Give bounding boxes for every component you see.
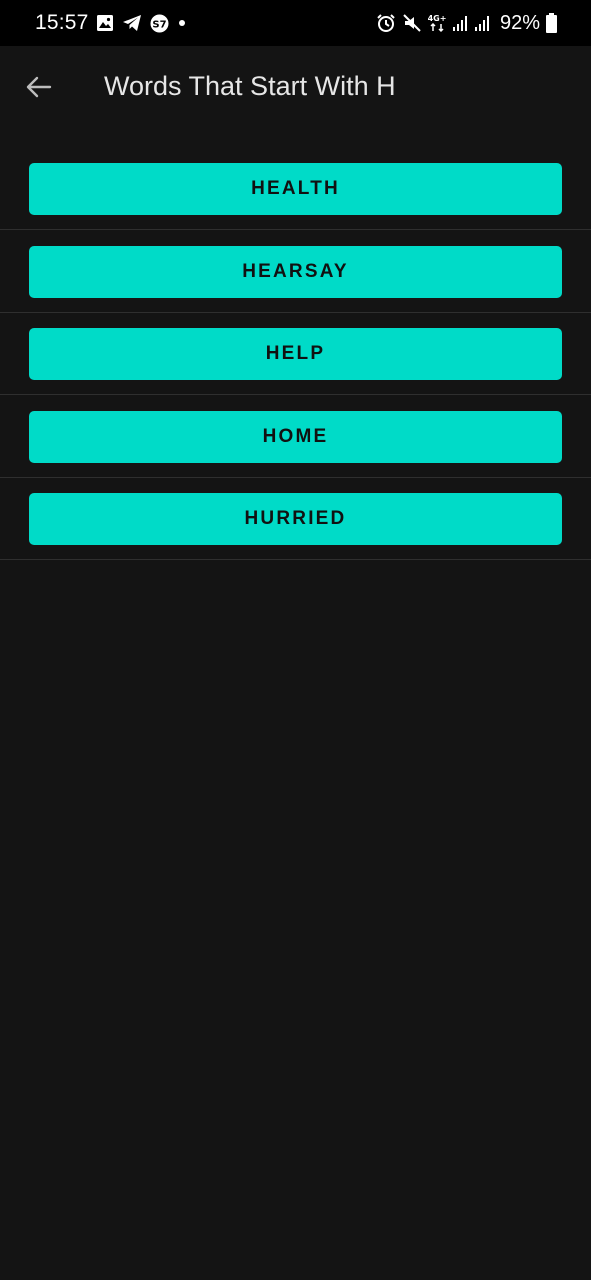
word-button-health[interactable]: HEALTH	[29, 163, 562, 215]
telegram-icon	[122, 14, 142, 32]
list-item: HURRIED	[0, 478, 591, 560]
svg-text:S7: S7	[152, 19, 166, 30]
arrow-back-icon	[26, 76, 52, 98]
battery-percent: 92%	[499, 11, 540, 34]
battery-icon	[546, 13, 557, 33]
page-title: Words That Start With H	[104, 71, 396, 101]
word-button-hearsay[interactable]: HEARSAY	[29, 245, 562, 298]
list-item: HELP	[0, 313, 591, 395]
network-4g-icon: 4G+	[428, 13, 446, 33]
alarm-icon	[376, 13, 396, 33]
svg-text:4G+: 4G+	[428, 14, 446, 23]
image-icon	[96, 14, 114, 32]
app-screen: 15:57 S7 4G+ 92% Words That Start With H…	[0, 0, 591, 1280]
list-item: HOME	[0, 396, 591, 478]
signal-icon	[452, 14, 468, 32]
notification-dot-icon	[177, 18, 187, 28]
word-button-help[interactable]: HELP	[29, 328, 562, 380]
status-left-icons: S7	[96, 13, 187, 33]
word-button-home[interactable]: HOME	[29, 410, 562, 463]
word-list: HEALTH HEARSAY HELP HOME HURRIED	[0, 148, 591, 561]
status-bar: 15:57 S7 4G+ 92%	[0, 0, 591, 46]
list-item: HEARSAY	[0, 231, 591, 313]
word-button-hurried[interactable]: HURRIED	[29, 493, 562, 545]
mute-icon	[402, 13, 422, 33]
list-item: HEALTH	[0, 148, 591, 230]
status-time: 15:57	[35, 11, 89, 34]
app-bar: Words That Start With H	[0, 46, 591, 130]
back-button[interactable]	[16, 64, 62, 110]
s7-app-icon: S7	[150, 14, 169, 33]
signal-icon	[474, 14, 490, 32]
status-right-icons: 4G+ 92%	[376, 12, 557, 34]
